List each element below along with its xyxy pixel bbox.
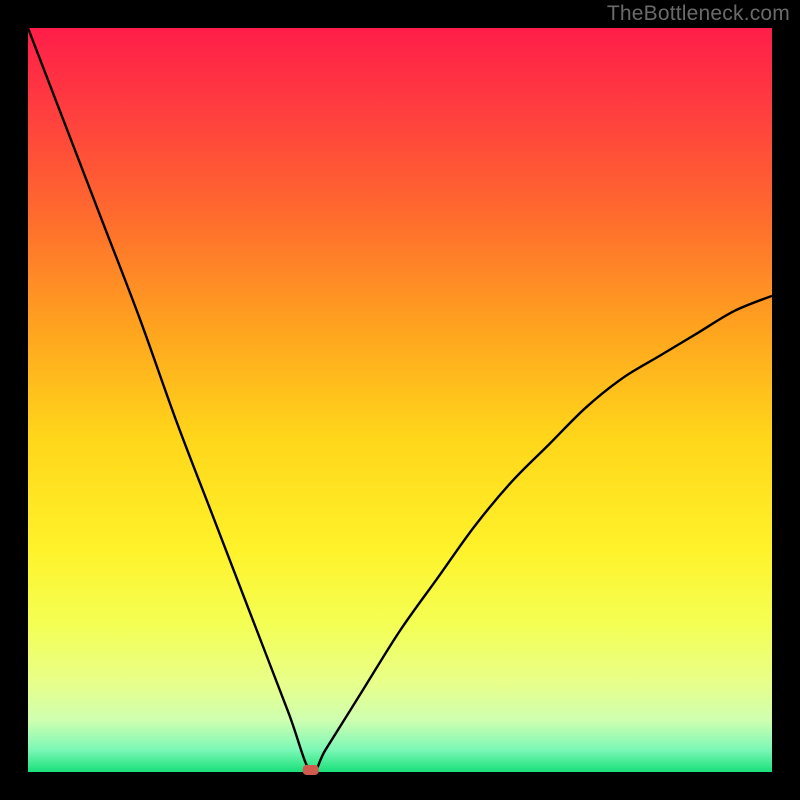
bottleneck-chart <box>0 0 800 800</box>
plot-area <box>28 28 772 772</box>
min-marker <box>303 765 319 775</box>
chart-frame: TheBottleneck.com <box>0 0 800 800</box>
watermark-text: TheBottleneck.com <box>607 2 790 26</box>
